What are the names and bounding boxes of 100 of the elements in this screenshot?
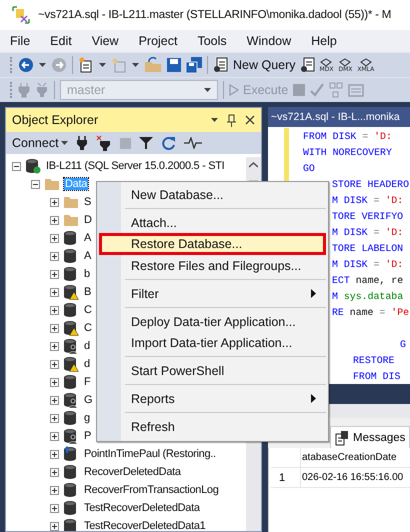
menu-item[interactable]: Window — [240, 34, 300, 48]
new-query-button[interactable]: New Query — [213, 57, 296, 73]
menu-item[interactable]: Project — [132, 34, 186, 48]
menu-item[interactable]: Tools — [191, 34, 235, 48]
submenu-arrow-icon — [311, 394, 316, 403]
connect-button[interactable]: Connect — [12, 136, 68, 150]
database-icon — [63, 230, 79, 246]
expand-toggle[interactable] — [50, 468, 59, 476]
save-button[interactable] — [167, 58, 181, 72]
expand-toggle[interactable] — [50, 234, 59, 242]
open-folder-button[interactable] — [144, 57, 162, 73]
pin-icon[interactable] — [227, 114, 236, 126]
expand-toggle[interactable] — [50, 450, 59, 458]
caret-icon — [99, 63, 106, 67]
submenu-arrow-icon — [311, 289, 316, 298]
tree-item[interactable]: B — [83, 286, 92, 298]
folder-icon — [63, 194, 79, 210]
tree-item[interactable]: TestRecoverDeletedData — [83, 502, 201, 514]
tree-item[interactable]: A — [83, 232, 92, 244]
tree-item[interactable]: C — [83, 322, 93, 334]
menu-item[interactable]: Help — [305, 34, 345, 48]
tree-item[interactable]: S — [83, 196, 92, 208]
expand-toggle[interactable] — [50, 288, 59, 296]
document-tab[interactable]: ~vs721A.sql - IB-L...monika — [268, 107, 410, 127]
tree-item[interactable]: RecoverFromTransactionLog — [83, 484, 220, 496]
messages-icon — [335, 430, 349, 446]
disconnect-icon[interactable] — [96, 135, 112, 151]
code-line: M DISK = 'D: — [332, 226, 404, 240]
plus-icon — [51, 378, 58, 386]
tree-item[interactable]: D — [83, 214, 93, 226]
expand-toggle[interactable] — [50, 486, 59, 494]
play-icon — [229, 84, 239, 96]
tree-item[interactable]: C — [83, 304, 93, 316]
expand-toggle[interactable] — [50, 522, 59, 530]
tree-item[interactable]: TestRecoverDeletedData1 — [83, 520, 207, 531]
expand-toggle[interactable] — [50, 270, 59, 278]
expand-toggle[interactable] — [50, 504, 59, 512]
plus-icon — [51, 486, 58, 494]
menu-item[interactable]: New Database... — [99, 184, 326, 205]
code-line: GO — [303, 162, 315, 176]
expand-toggle[interactable] — [50, 378, 59, 386]
expand-toggle[interactable] — [50, 414, 59, 422]
collapse-toggle[interactable] — [12, 162, 21, 170]
tree-item[interactable]: IB-L211 (SQL Server 15.0.2000.5 - STI — [45, 160, 226, 172]
tree-item[interactable]: d — [83, 358, 91, 370]
database-arrow-icon — [63, 446, 79, 462]
tree-item[interactable]: PointInTimePaul (Restoring.. — [83, 448, 217, 460]
tree-item[interactable]: A — [83, 250, 92, 262]
close-icon[interactable] — [245, 115, 255, 125]
expand-toggle[interactable] — [50, 216, 59, 224]
expand-toggle[interactable] — [50, 342, 59, 350]
query-button[interactable] — [300, 57, 315, 73]
refresh-icon[interactable] — [160, 136, 176, 150]
plus-icon — [51, 432, 58, 440]
database-icon — [63, 266, 79, 282]
activity-icon[interactable] — [184, 137, 202, 149]
menu-item[interactable]: Edit — [44, 34, 80, 48]
menu-item[interactable]: File — [4, 34, 38, 48]
database-icon — [63, 410, 79, 426]
filter-icon[interactable] — [138, 136, 153, 150]
check-button[interactable] — [310, 83, 324, 97]
plus-icon — [51, 198, 58, 206]
caret-icon — [204, 88, 211, 92]
back-button[interactable] — [18, 57, 34, 73]
menu-item[interactable]: Restore Files and Filegroups... — [99, 255, 326, 276]
expand-toggle[interactable] — [50, 252, 59, 260]
menu-item[interactable]: View — [86, 34, 127, 48]
tree-item[interactable]: P — [83, 430, 92, 442]
menu-item[interactable]: Import Data-tier Application... — [99, 332, 326, 353]
expand-toggle[interactable] — [50, 198, 59, 206]
tree-item[interactable]: G — [83, 394, 94, 406]
database-icon — [63, 374, 79, 390]
expand-toggle[interactable] — [50, 360, 59, 368]
database-warning-icon — [63, 284, 79, 300]
app-logo-icon — [12, 6, 30, 24]
column-header: atabaseCreationDate — [301, 452, 397, 463]
plus-icon — [51, 396, 58, 404]
plug-icon[interactable] — [76, 135, 88, 151]
tree-item[interactable]: b — [83, 268, 91, 280]
caret-icon — [211, 118, 218, 122]
expand-toggle[interactable] — [50, 396, 59, 404]
tree-item[interactable]: g — [83, 412, 91, 424]
expand-toggle[interactable] — [50, 324, 59, 332]
expand-toggle[interactable] — [50, 432, 59, 440]
expand-toggle[interactable] — [50, 306, 59, 314]
database-icon — [63, 518, 79, 531]
tree-item[interactable]: F — [83, 376, 92, 388]
caret-icon — [39, 63, 46, 67]
plus-icon — [51, 342, 58, 350]
tree-item[interactable]: RecoverDeletedData — [83, 466, 182, 478]
code-line: M DISK = 'D: — [332, 194, 404, 208]
save-all-button[interactable] — [186, 57, 202, 73]
plus-icon — [51, 360, 58, 368]
plug-icon — [18, 82, 30, 98]
new-project-button[interactable] — [78, 57, 94, 73]
menu-item[interactable]: Restore Database... — [99, 233, 326, 255]
messages-tab[interactable]: Messages — [330, 426, 410, 448]
collapse-toggle[interactable] — [31, 180, 40, 188]
tree-item[interactable]: d — [83, 340, 91, 352]
plus-icon — [51, 270, 58, 278]
